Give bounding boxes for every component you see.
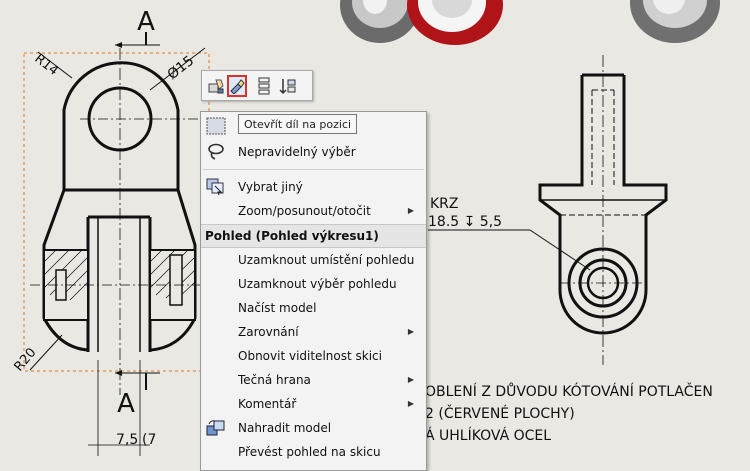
submenu-arrow-icon: ▶ <box>407 375 414 384</box>
menu-item-restore-sketch-visibility[interactable]: Obnovit viditelnost skici <box>201 344 426 368</box>
note-line-2[interactable]: 2 (ČERVENÉ PLOCHY) <box>425 404 575 422</box>
menu-separator <box>203 169 424 170</box>
submenu-arrow-icon: ▶ <box>407 399 414 408</box>
hand-part-icon[interactable] <box>206 75 226 97</box>
hole-note-line2[interactable]: 18.5 ↧ 5,5 <box>428 214 502 230</box>
menu-item-convert-view-to-sketch[interactable]: Převést pohled na skicu <box>201 440 426 464</box>
select-box-icon <box>205 116 227 136</box>
tooltip: Otevřít díl na pozici <box>238 114 358 134</box>
menu-item-comment[interactable]: Komentář ▶ <box>201 392 426 416</box>
menu-item-tangent-edge[interactable]: Tečná hrana ▶ <box>201 368 426 392</box>
menu-item-select-other[interactable]: Vybrat jiný <box>201 175 426 199</box>
menu-item-lock-view-focus[interactable]: Uzamknout výběr pohledu <box>201 272 426 296</box>
menu-item-replace-model[interactable]: Nahradit model <box>201 416 426 440</box>
context-toolbar <box>201 70 313 101</box>
select-other-icon <box>205 177 227 197</box>
section-mark-bottom: A <box>117 389 135 419</box>
submenu-arrow-icon: ▶ <box>407 206 414 215</box>
hole-note-line1[interactable]: KRZ <box>430 196 459 212</box>
dimension-bottom-tolerance: (7 <box>142 432 156 448</box>
menu-section-header: Pohled (Pohled výkresu1) <box>201 224 426 248</box>
section-mark-top: A <box>137 7 155 37</box>
context-menu: Nepravidelný výběr Vybrat jiný Zoom/posu… <box>200 111 427 471</box>
menu-item-alignment[interactable]: Zarovnání ▶ <box>201 320 426 344</box>
note-line-3[interactable]: Á UHLÍKOVÁ OCEL <box>425 427 551 444</box>
lasso-icon <box>205 142 227 162</box>
dimension-bottom[interactable]: 7,5 <box>116 432 138 448</box>
submenu-arrow-icon: ▶ <box>407 327 414 336</box>
menu-item-lock-view-position[interactable]: Uzamknout umístění pohledu <box>201 248 426 272</box>
note-line-1[interactable]: OBLENÍ Z DŮVODU KÓTOVÁNÍ POTLAČEN <box>425 382 713 400</box>
sort-arrows-icon[interactable] <box>278 75 298 97</box>
menu-item-load-model[interactable]: Načíst model <box>201 296 426 320</box>
menu-item-lasso-select[interactable]: Nepravidelný výběr <box>201 140 426 164</box>
menu-item-zoom-pan-rotate[interactable]: Zoom/posunout/otočit ▶ <box>201 199 426 223</box>
component-tree-icon[interactable] <box>254 75 274 97</box>
open-part-icon[interactable] <box>227 75 247 97</box>
replace-model-icon <box>205 418 227 438</box>
